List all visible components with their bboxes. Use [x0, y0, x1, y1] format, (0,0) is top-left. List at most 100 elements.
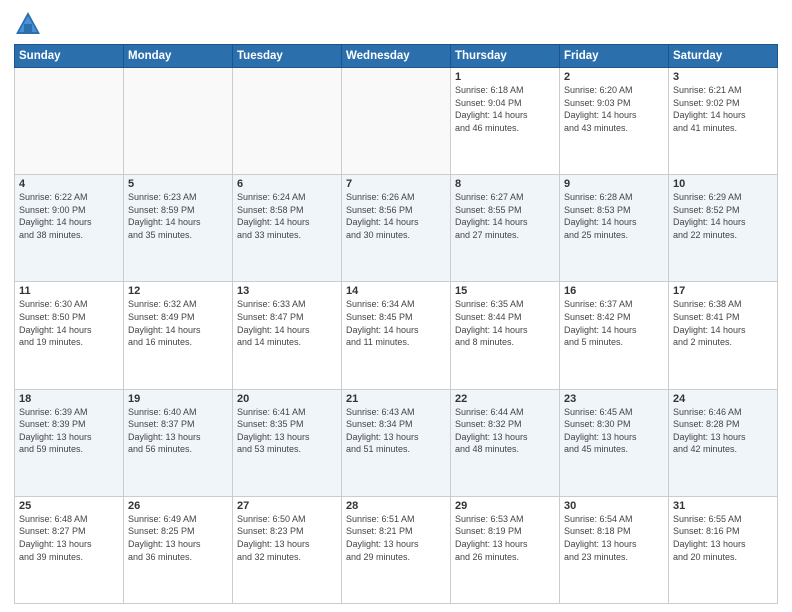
calendar-cell: 1Sunrise: 6:18 AM Sunset: 9:04 PM Daylig…: [451, 68, 560, 175]
day-number: 17: [673, 285, 773, 297]
day-detail: Sunrise: 6:53 AM Sunset: 8:19 PM Dayligh…: [455, 513, 555, 563]
day-detail: Sunrise: 6:43 AM Sunset: 8:34 PM Dayligh…: [346, 406, 446, 456]
day-detail: Sunrise: 6:45 AM Sunset: 8:30 PM Dayligh…: [564, 406, 664, 456]
day-detail: Sunrise: 6:18 AM Sunset: 9:04 PM Dayligh…: [455, 84, 555, 134]
day-detail: Sunrise: 6:21 AM Sunset: 9:02 PM Dayligh…: [673, 84, 773, 134]
day-number: 23: [564, 393, 664, 405]
day-detail: Sunrise: 6:48 AM Sunset: 8:27 PM Dayligh…: [19, 513, 119, 563]
col-header-tuesday: Tuesday: [233, 45, 342, 68]
calendar-row: 1Sunrise: 6:18 AM Sunset: 9:04 PM Daylig…: [15, 68, 778, 175]
day-number: 16: [564, 285, 664, 297]
calendar-cell: 29Sunrise: 6:53 AM Sunset: 8:19 PM Dayli…: [451, 496, 560, 603]
calendar-cell: 31Sunrise: 6:55 AM Sunset: 8:16 PM Dayli…: [669, 496, 778, 603]
day-detail: Sunrise: 6:51 AM Sunset: 8:21 PM Dayligh…: [346, 513, 446, 563]
col-header-sunday: Sunday: [15, 45, 124, 68]
day-number: 7: [346, 178, 446, 190]
calendar-row: 25Sunrise: 6:48 AM Sunset: 8:27 PM Dayli…: [15, 496, 778, 603]
day-detail: Sunrise: 6:41 AM Sunset: 8:35 PM Dayligh…: [237, 406, 337, 456]
calendar-row: 18Sunrise: 6:39 AM Sunset: 8:39 PM Dayli…: [15, 389, 778, 496]
day-number: 27: [237, 500, 337, 512]
day-detail: Sunrise: 6:28 AM Sunset: 8:53 PM Dayligh…: [564, 191, 664, 241]
calendar-cell: 5Sunrise: 6:23 AM Sunset: 8:59 PM Daylig…: [124, 175, 233, 282]
day-detail: Sunrise: 6:37 AM Sunset: 8:42 PM Dayligh…: [564, 298, 664, 348]
day-number: 26: [128, 500, 228, 512]
calendar-cell: 15Sunrise: 6:35 AM Sunset: 8:44 PM Dayli…: [451, 282, 560, 389]
day-number: 6: [237, 178, 337, 190]
calendar-cell: 30Sunrise: 6:54 AM Sunset: 8:18 PM Dayli…: [560, 496, 669, 603]
col-header-monday: Monday: [124, 45, 233, 68]
calendar-cell: 4Sunrise: 6:22 AM Sunset: 9:00 PM Daylig…: [15, 175, 124, 282]
day-detail: Sunrise: 6:26 AM Sunset: 8:56 PM Dayligh…: [346, 191, 446, 241]
day-number: 22: [455, 393, 555, 405]
day-number: 29: [455, 500, 555, 512]
calendar-cell: [15, 68, 124, 175]
day-detail: Sunrise: 6:32 AM Sunset: 8:49 PM Dayligh…: [128, 298, 228, 348]
calendar-cell: 7Sunrise: 6:26 AM Sunset: 8:56 PM Daylig…: [342, 175, 451, 282]
logo: [14, 10, 46, 38]
calendar-cell: 10Sunrise: 6:29 AM Sunset: 8:52 PM Dayli…: [669, 175, 778, 282]
calendar-cell: 27Sunrise: 6:50 AM Sunset: 8:23 PM Dayli…: [233, 496, 342, 603]
calendar-cell: 2Sunrise: 6:20 AM Sunset: 9:03 PM Daylig…: [560, 68, 669, 175]
calendar-cell: 26Sunrise: 6:49 AM Sunset: 8:25 PM Dayli…: [124, 496, 233, 603]
calendar-cell: 11Sunrise: 6:30 AM Sunset: 8:50 PM Dayli…: [15, 282, 124, 389]
calendar-cell: 3Sunrise: 6:21 AM Sunset: 9:02 PM Daylig…: [669, 68, 778, 175]
calendar-cell: 8Sunrise: 6:27 AM Sunset: 8:55 PM Daylig…: [451, 175, 560, 282]
col-header-saturday: Saturday: [669, 45, 778, 68]
calendar-cell: 13Sunrise: 6:33 AM Sunset: 8:47 PM Dayli…: [233, 282, 342, 389]
calendar-cell: 12Sunrise: 6:32 AM Sunset: 8:49 PM Dayli…: [124, 282, 233, 389]
calendar-table: SundayMondayTuesdayWednesdayThursdayFrid…: [14, 44, 778, 604]
day-detail: Sunrise: 6:39 AM Sunset: 8:39 PM Dayligh…: [19, 406, 119, 456]
calendar-cell: [124, 68, 233, 175]
day-number: 18: [19, 393, 119, 405]
col-header-thursday: Thursday: [451, 45, 560, 68]
day-number: 8: [455, 178, 555, 190]
day-detail: Sunrise: 6:49 AM Sunset: 8:25 PM Dayligh…: [128, 513, 228, 563]
day-detail: Sunrise: 6:22 AM Sunset: 9:00 PM Dayligh…: [19, 191, 119, 241]
day-number: 3: [673, 71, 773, 83]
day-number: 9: [564, 178, 664, 190]
day-number: 15: [455, 285, 555, 297]
day-detail: Sunrise: 6:54 AM Sunset: 8:18 PM Dayligh…: [564, 513, 664, 563]
day-number: 21: [346, 393, 446, 405]
day-detail: Sunrise: 6:33 AM Sunset: 8:47 PM Dayligh…: [237, 298, 337, 348]
calendar-row: 11Sunrise: 6:30 AM Sunset: 8:50 PM Dayli…: [15, 282, 778, 389]
day-detail: Sunrise: 6:46 AM Sunset: 8:28 PM Dayligh…: [673, 406, 773, 456]
day-detail: Sunrise: 6:29 AM Sunset: 8:52 PM Dayligh…: [673, 191, 773, 241]
day-detail: Sunrise: 6:27 AM Sunset: 8:55 PM Dayligh…: [455, 191, 555, 241]
day-number: 31: [673, 500, 773, 512]
calendar-cell: 14Sunrise: 6:34 AM Sunset: 8:45 PM Dayli…: [342, 282, 451, 389]
header: [14, 10, 778, 38]
calendar-cell: 6Sunrise: 6:24 AM Sunset: 8:58 PM Daylig…: [233, 175, 342, 282]
calendar-cell: [233, 68, 342, 175]
day-number: 28: [346, 500, 446, 512]
calendar-cell: 18Sunrise: 6:39 AM Sunset: 8:39 PM Dayli…: [15, 389, 124, 496]
day-number: 1: [455, 71, 555, 83]
calendar-cell: 19Sunrise: 6:40 AM Sunset: 8:37 PM Dayli…: [124, 389, 233, 496]
day-number: 5: [128, 178, 228, 190]
day-detail: Sunrise: 6:24 AM Sunset: 8:58 PM Dayligh…: [237, 191, 337, 241]
day-detail: Sunrise: 6:20 AM Sunset: 9:03 PM Dayligh…: [564, 84, 664, 134]
day-detail: Sunrise: 6:34 AM Sunset: 8:45 PM Dayligh…: [346, 298, 446, 348]
day-number: 25: [19, 500, 119, 512]
day-number: 24: [673, 393, 773, 405]
calendar-cell: 20Sunrise: 6:41 AM Sunset: 8:35 PM Dayli…: [233, 389, 342, 496]
day-number: 12: [128, 285, 228, 297]
calendar-cell: 25Sunrise: 6:48 AM Sunset: 8:27 PM Dayli…: [15, 496, 124, 603]
day-detail: Sunrise: 6:35 AM Sunset: 8:44 PM Dayligh…: [455, 298, 555, 348]
calendar-header-row: SundayMondayTuesdayWednesdayThursdayFrid…: [15, 45, 778, 68]
day-detail: Sunrise: 6:38 AM Sunset: 8:41 PM Dayligh…: [673, 298, 773, 348]
day-number: 4: [19, 178, 119, 190]
day-number: 11: [19, 285, 119, 297]
col-header-wednesday: Wednesday: [342, 45, 451, 68]
day-number: 20: [237, 393, 337, 405]
day-number: 19: [128, 393, 228, 405]
logo-icon: [14, 10, 42, 38]
calendar-cell: 22Sunrise: 6:44 AM Sunset: 8:32 PM Dayli…: [451, 389, 560, 496]
calendar-cell: 16Sunrise: 6:37 AM Sunset: 8:42 PM Dayli…: [560, 282, 669, 389]
calendar-cell: 23Sunrise: 6:45 AM Sunset: 8:30 PM Dayli…: [560, 389, 669, 496]
day-detail: Sunrise: 6:55 AM Sunset: 8:16 PM Dayligh…: [673, 513, 773, 563]
calendar-cell: 9Sunrise: 6:28 AM Sunset: 8:53 PM Daylig…: [560, 175, 669, 282]
day-detail: Sunrise: 6:30 AM Sunset: 8:50 PM Dayligh…: [19, 298, 119, 348]
day-detail: Sunrise: 6:23 AM Sunset: 8:59 PM Dayligh…: [128, 191, 228, 241]
page: SundayMondayTuesdayWednesdayThursdayFrid…: [0, 0, 792, 612]
